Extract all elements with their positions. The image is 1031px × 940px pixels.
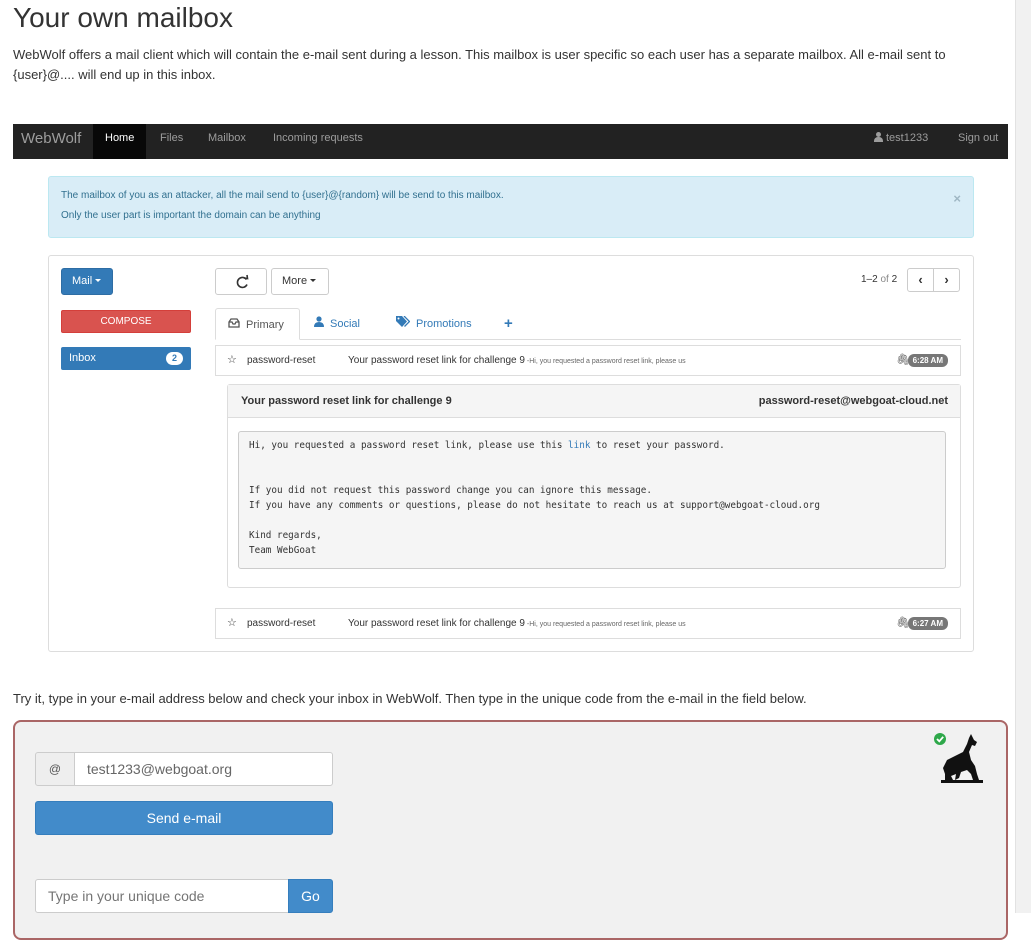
tab-social[interactable]: Social [314, 308, 360, 340]
email-snippet: -Hi, you requested a password reset link… [524, 621, 686, 628]
chevron-down-icon [95, 279, 102, 282]
message-line-2: If you did not request this password cha… [249, 485, 652, 496]
navbar: WebWolf Home Files Mailbox Incoming requ… [13, 124, 1008, 159]
message-text: Hi, you requested a password reset link,… [249, 440, 569, 451]
inbox-count-badge: 2 [166, 352, 183, 365]
message-line-5: Team WebGoat [249, 545, 317, 556]
mailbox-panel: Mail COMPOSE Inbox 2 More 1–2 of 2 ‹ › P… [48, 255, 974, 652]
alert-line-2: Only the user part is important the doma… [61, 210, 321, 221]
sidebar-item-inbox[interactable]: Inbox 2 [61, 347, 191, 370]
webwolf-screenshot: WebWolf Home Files Mailbox Incoming requ… [13, 124, 1008, 668]
email-row[interactable]: ☆ password-reset Your password reset lin… [215, 345, 961, 376]
mail-button-label: Mail [72, 275, 93, 287]
nav-user[interactable]: test1233 [874, 124, 928, 159]
alert-line-1: The mailbox of you as an attacker, all t… [61, 190, 504, 201]
add-tab-button[interactable]: + [504, 308, 513, 340]
nav-mailbox[interactable]: Mailbox [208, 124, 246, 159]
pager-prev-button[interactable]: ‹ [907, 268, 934, 292]
nav-home[interactable]: Home [93, 124, 147, 159]
inbox-icon [228, 318, 240, 328]
plus-icon: + [504, 315, 513, 332]
email-subject-text: Your password reset link for challenge 9 [348, 618, 525, 629]
more-button-label: More [282, 275, 308, 287]
email-subject: Your password reset link for challenge 9… [348, 609, 686, 639]
tab-promotions-label: Promotions [416, 318, 472, 330]
star-icon[interactable]: ☆ [227, 346, 237, 375]
reset-link[interactable]: link [568, 440, 590, 451]
email-row[interactable]: ☆ password-reset Your password reset lin… [215, 608, 961, 639]
message-line-3: If you have any comments or questions, p… [249, 500, 820, 511]
pager-next-button[interactable]: › [933, 268, 960, 292]
email-addon: @ [35, 752, 75, 786]
inbox-label: Inbox [69, 352, 96, 364]
email-time-badge: 6:27 AM [907, 617, 948, 630]
assignment-form: @ Send e-mail Go [13, 720, 1008, 940]
nav-sign-out[interactable]: Sign out [958, 124, 998, 159]
try-it-instructions: Try it, type in your e-mail address belo… [13, 691, 807, 706]
email-input[interactable] [74, 752, 333, 786]
message-body: Hi, you requested a password reset link,… [238, 431, 946, 569]
refresh-button[interactable] [215, 268, 267, 295]
check-circle-icon [934, 733, 946, 745]
webwolf-logo-icon[interactable] [933, 730, 983, 785]
user-icon [874, 132, 883, 142]
message-subject: Your password reset link for challenge 9 [241, 395, 452, 407]
compose-button[interactable]: COMPOSE [61, 310, 191, 333]
close-icon[interactable]: × [953, 191, 961, 206]
email-from: password-reset [247, 355, 316, 366]
nav-files[interactable]: Files [160, 124, 183, 159]
message-line-1: Hi, you requested a password reset link,… [249, 440, 725, 451]
message-line-4: Kind regards, [249, 530, 322, 541]
page-scroll-gutter [1015, 0, 1031, 913]
unique-code-input[interactable] [35, 879, 289, 913]
nav-incoming-requests[interactable]: Incoming requests [273, 124, 363, 159]
pager-status: 1–2 of 2 [861, 274, 897, 285]
intro-text: WebWolf offers a mail client which will … [13, 47, 946, 82]
tab-primary[interactable]: Primary [215, 308, 300, 340]
navbar-brand[interactable]: WebWolf [21, 124, 81, 159]
open-message-panel: Your password reset link for challenge 9… [227, 384, 961, 588]
chevron-left-icon: ‹ [918, 272, 923, 287]
tab-social-label: Social [330, 318, 360, 330]
email-subject-text: Your password reset link for challenge 9 [348, 355, 525, 366]
star-icon[interactable]: ☆ [227, 609, 237, 638]
user-icon [314, 316, 324, 327]
mail-dropdown-button[interactable]: Mail [61, 268, 113, 295]
email-time-badge: 6:28 AM [907, 354, 948, 367]
email-from: password-reset [247, 618, 316, 629]
message-header: Your password reset link for challenge 9… [228, 385, 960, 418]
refresh-icon [236, 274, 249, 289]
info-alert: The mailbox of you as an attacker, all t… [48, 176, 974, 238]
message-sender: password-reset@webgoat-cloud.net [758, 395, 948, 407]
go-button[interactable]: Go [288, 879, 333, 913]
tab-promotions[interactable]: Promotions [396, 308, 472, 340]
email-snippet: -Hi, you requested a password reset link… [524, 358, 686, 365]
chevron-down-icon [310, 279, 317, 282]
more-dropdown-button[interactable]: More [271, 268, 329, 295]
pager-total: 2 [891, 274, 898, 285]
tab-primary-label: Primary [246, 319, 284, 331]
pager-range: 1–2 [861, 274, 878, 285]
page-title: Your own mailbox [13, 2, 233, 33]
chevron-right-icon: › [944, 272, 949, 287]
email-subject: Your password reset link for challenge 9… [348, 346, 686, 376]
pager-of: of [880, 274, 889, 285]
send-email-button[interactable]: Send e-mail [35, 801, 333, 835]
tags-icon [396, 316, 410, 327]
nav-user-name: test1233 [886, 132, 929, 144]
message-text: to reset your password. [590, 440, 725, 451]
